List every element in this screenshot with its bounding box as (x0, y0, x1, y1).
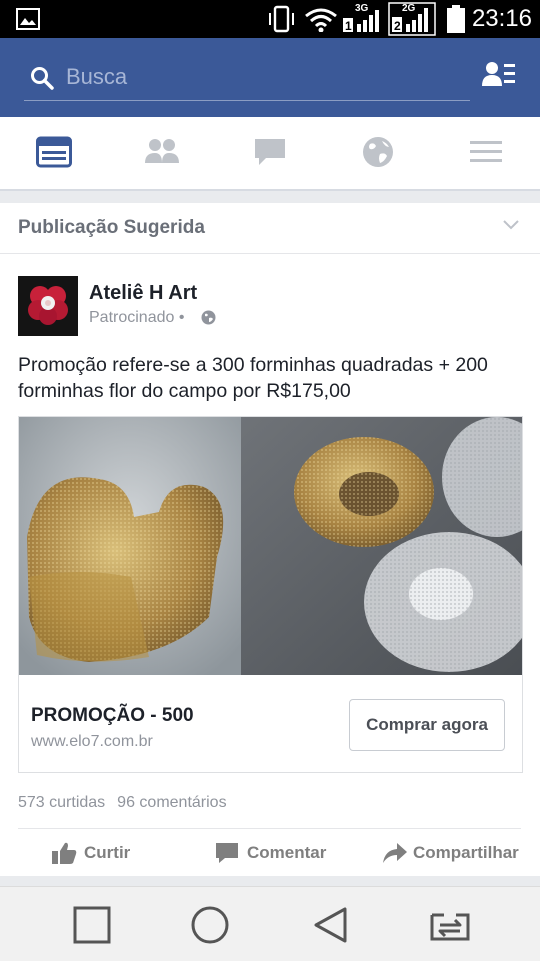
search-bar[interactable] (24, 56, 470, 101)
chat-bubble-icon (255, 139, 285, 165)
friends-icon (145, 139, 179, 163)
tab-notifications[interactable] (324, 117, 432, 189)
divider (18, 828, 521, 829)
tab-news-feed[interactable] (0, 117, 108, 189)
sim2-signal-icon: 2 (388, 2, 436, 36)
home-button[interactable] (170, 887, 250, 961)
suggested-post-header: Publicação Sugerida (0, 203, 540, 254)
like-label: Curtir (84, 843, 131, 862)
recent-apps-button[interactable] (52, 887, 132, 961)
tab-menu[interactable] (432, 117, 540, 189)
system-nav-bar (0, 886, 540, 961)
recent-apps-icon (73, 906, 111, 944)
sim1-signal-icon: 1 (343, 10, 379, 33)
search-icon (31, 67, 54, 90)
like-button[interactable]: Curtir (51, 838, 151, 870)
back-button[interactable] (290, 887, 370, 961)
share-button[interactable]: Compartilhar (382, 838, 532, 870)
wifi-icon (305, 8, 337, 32)
tab-bar (0, 117, 540, 191)
hamburger-icon (470, 141, 502, 162)
comments-count[interactable]: 96 comentários (117, 794, 226, 811)
home-icon (191, 906, 229, 944)
comment-icon (216, 843, 238, 863)
chevron-down-icon[interactable] (502, 219, 520, 231)
clock: 23:16 (471, 5, 532, 32)
comment-label: Comentar (247, 843, 327, 862)
ad-title: PROMOÇÃO - 500 (31, 705, 194, 726)
svg-text:1: 1 (345, 19, 352, 33)
globe-privacy-icon (201, 310, 216, 325)
ad-card[interactable]: PROMOÇÃO - 500 www.elo7.com.br Comprar a… (18, 416, 523, 773)
news-feed-icon (36, 136, 72, 168)
search-input[interactable] (66, 62, 446, 92)
globe-icon (363, 137, 393, 167)
svg-text:2: 2 (394, 19, 401, 33)
post-stats: 573 curtidas 96 comentários (18, 794, 239, 812)
ad-url: www.elo7.com.br (31, 733, 153, 750)
avatar[interactable] (18, 276, 78, 336)
vibrate-icon (269, 5, 294, 33)
dual-window-button[interactable] (408, 887, 488, 961)
share-arrow-icon (383, 843, 407, 863)
status-bar: 3G 1 2G 2 23:16 (0, 0, 540, 38)
back-icon (314, 907, 347, 943)
post-text: Promoção refere-se a 300 forminhas quadr… (18, 354, 488, 402)
tab-friends[interactable] (108, 117, 216, 189)
app-header (0, 38, 540, 117)
buy-now-button[interactable]: Comprar agora (349, 699, 505, 751)
comment-button[interactable]: Comentar (215, 838, 345, 870)
gallery-icon (16, 8, 40, 30)
profile-menu-icon[interactable] (482, 60, 516, 88)
product-photo (19, 417, 522, 675)
section-title: Publicação Sugerida (18, 217, 205, 238)
flower-logo-icon (18, 276, 78, 336)
share-label: Compartilhar (413, 843, 519, 862)
ad-image[interactable] (19, 417, 522, 675)
tab-messages[interactable] (216, 117, 324, 189)
battery-icon (447, 5, 465, 33)
dual-window-icon (430, 913, 470, 941)
post-card: Ateliê H Art Patrocinado • Promoção refe… (0, 254, 540, 876)
likes-count[interactable]: 573 curtidas (18, 794, 105, 811)
thumbs-up-icon (52, 842, 77, 864)
page-name[interactable]: Ateliê H Art (89, 282, 197, 305)
sponsored-label: Patrocinado • (89, 309, 185, 326)
